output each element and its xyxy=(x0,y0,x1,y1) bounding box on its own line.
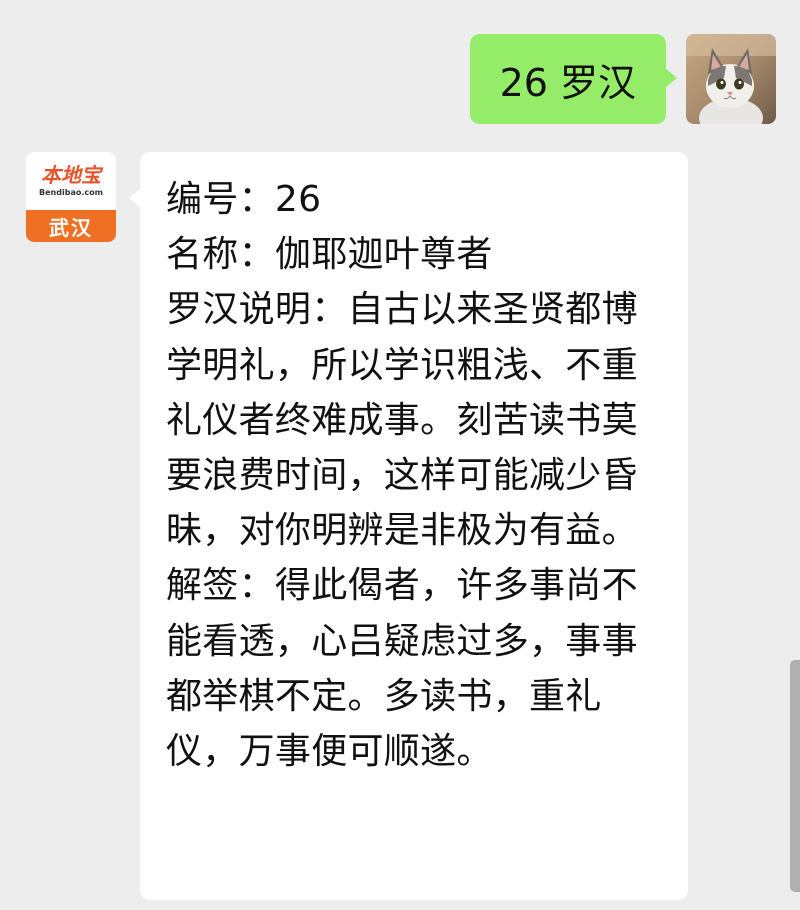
outgoing-bubble[interactable]: 26 罗汉 xyxy=(469,34,678,124)
message-line-interpretation: 解签：得此偈者，许多事尚不能看透，心吕疑虑过多，事事都举棋不定。多读书，重礼仪，… xyxy=(166,565,638,773)
outgoing-message: 26 罗汉 xyxy=(469,34,776,124)
bendibao-logo: 本地宝 Bendibao.com xyxy=(26,152,116,210)
bendibao-url: Bendibao.com xyxy=(39,188,103,197)
message-line-name: 名称：伽耶迦叶尊者 xyxy=(166,234,493,276)
user-avatar[interactable] xyxy=(686,34,776,124)
message-content: 编号：26 名称：伽耶迦叶尊者 罗汉说明：自古以来圣贤都博学明礼，所以学识粗浅、… xyxy=(166,172,668,779)
incoming-bubble[interactable]: 编号：26 名称：伽耶迦叶尊者 罗汉说明：自古以来圣贤都博学明礼，所以学识粗浅、… xyxy=(129,152,688,900)
message-line-description: 罗汉说明：自古以来圣贤都博学明礼，所以学识粗浅、不重礼仪者终难成事。刻苦读书莫要… xyxy=(166,289,638,552)
outgoing-text: 26 罗汉 xyxy=(499,60,636,105)
message-line-number: 编号：26 xyxy=(166,179,322,220)
incoming-message: 本地宝 Bendibao.com 武汉 编号：26 名称：伽耶迦叶尊者 罗汉说明… xyxy=(26,152,688,900)
chat-window: 26 罗汉 本地宝 Bendibao.com 武汉 编号：26 名称：伽耶迦叶尊… xyxy=(0,0,800,910)
bendibao-city-label: 武汉 xyxy=(26,210,116,242)
cat-photo-icon xyxy=(686,34,776,124)
bendibao-brand: 本地宝 xyxy=(41,163,101,187)
bendibao-avatar[interactable]: 本地宝 Bendibao.com 武汉 xyxy=(26,152,116,242)
scrollbar[interactable] xyxy=(790,660,800,892)
